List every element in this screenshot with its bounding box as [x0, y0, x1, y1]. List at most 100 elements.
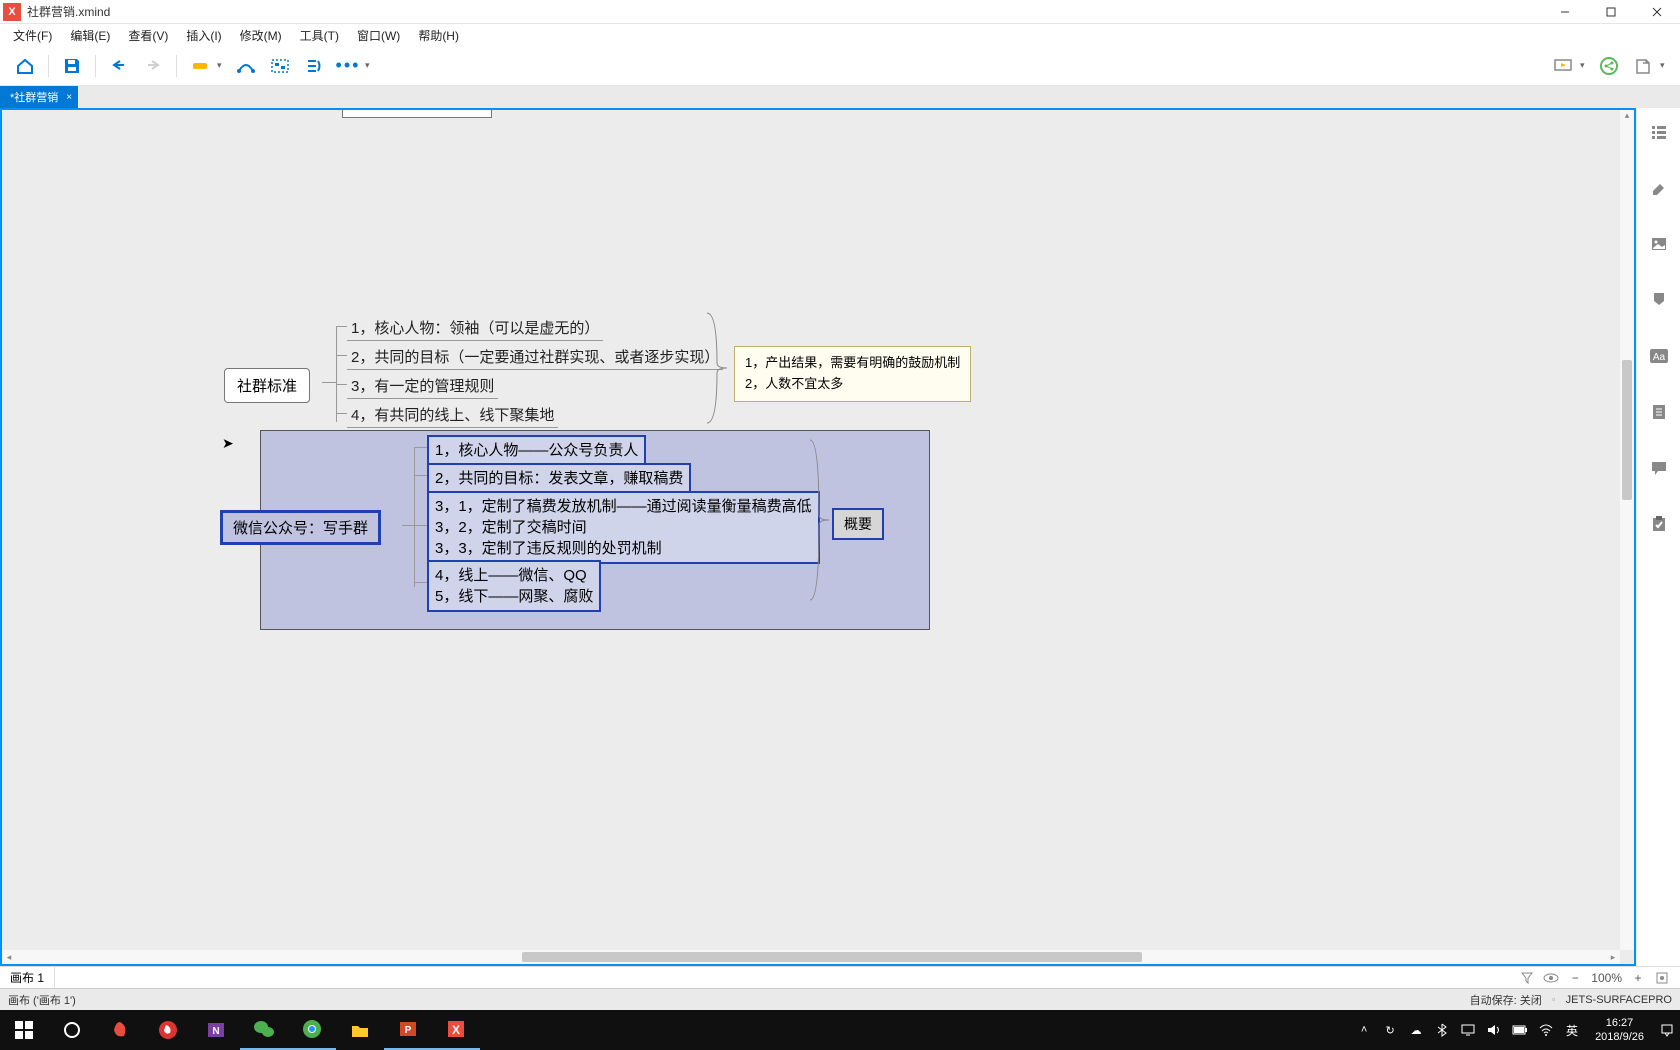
filter-icon[interactable] — [1519, 970, 1535, 986]
mindmap-canvas[interactable]: 社群标准 1，核心人物：领袖（可以是虚无的） 2，共同的目标（一定要通过社群实现… — [2, 110, 1634, 964]
zoom-out-icon[interactable]: − — [1567, 970, 1583, 986]
marker-icon[interactable] — [1647, 288, 1671, 312]
scroll-up-icon[interactable]: ▴ — [1620, 110, 1634, 124]
mindmap-subtopic[interactable]: 1，核心人物：领袖（可以是虚无的） — [347, 315, 603, 341]
mindmap-subtopic[interactable]: 2，共同的目标（一定要通过社群实现、或者逐步实现） — [347, 344, 723, 370]
tray-chevron-icon[interactable]: ˄ — [1351, 1024, 1377, 1036]
fit-icon[interactable] — [1654, 970, 1670, 986]
menu-modify[interactable]: 修改(M) — [231, 25, 291, 46]
taskbar-app[interactable] — [144, 1010, 192, 1050]
tray-wifi-icon[interactable] — [1533, 1024, 1559, 1036]
main-area: 社群标准 1，核心人物：领袖（可以是虚无的） 2，共同的目标（一定要通过社群实现… — [0, 108, 1680, 966]
home-button[interactable] — [10, 51, 40, 81]
export-button[interactable] — [1628, 51, 1658, 81]
tray-clock[interactable]: 16:27 2018/9/26 — [1585, 1016, 1654, 1045]
start-button[interactable] — [0, 1010, 48, 1050]
separator — [48, 55, 49, 77]
maximize-button[interactable] — [1588, 0, 1634, 24]
chrome-icon[interactable] — [288, 1010, 336, 1050]
share-button[interactable] — [1594, 51, 1624, 81]
zoom-in-icon[interactable]: + — [1630, 970, 1646, 986]
svg-text:Aa: Aa — [1652, 352, 1665, 363]
mindmap-subtopic[interactable]: 4，有共同的线上、线下聚集地 — [347, 402, 558, 428]
scroll-right-icon[interactable]: ▸ — [1606, 952, 1620, 963]
scroll-left-icon[interactable]: ◂ — [2, 952, 16, 963]
menubar: 文件(F) 编辑(E) 查看(V) 插入(I) 修改(M) 工具(T) 窗口(W… — [0, 24, 1680, 46]
comments-icon[interactable] — [1647, 456, 1671, 480]
minimize-button[interactable] — [1542, 0, 1588, 24]
zoom-value: 100% — [1591, 971, 1622, 985]
format-icon[interactable] — [1647, 176, 1671, 200]
more-button[interactable]: ••• — [333, 51, 363, 81]
font-icon[interactable]: Aa — [1647, 344, 1671, 368]
menu-file[interactable]: 文件(F) — [4, 25, 61, 46]
right-sidebar: Aa — [1636, 108, 1680, 966]
menu-edit[interactable]: 编辑(E) — [61, 25, 119, 46]
tray-cloud-icon[interactable]: ☁ — [1403, 1024, 1429, 1037]
toolbar: ▾ ••• ▾ ▾ ▾ — [0, 46, 1680, 86]
mindmap-subtopic-selected[interactable]: 1，核心人物——公众号负责人 — [427, 435, 646, 466]
close-button[interactable] — [1634, 0, 1680, 24]
mindmap-summary[interactable]: 1，产出结果，需要有明确的鼓励机制 2，人数不宜太多 — [734, 346, 971, 402]
vertical-scrollbar[interactable]: ▴ — [1620, 110, 1634, 950]
wechat-icon[interactable] — [240, 1010, 288, 1050]
relationship-button[interactable] — [231, 51, 261, 81]
cortana-icon[interactable] — [48, 1010, 96, 1050]
insert-topic-button[interactable] — [185, 51, 215, 81]
mindmap-node-partial[interactable] — [342, 108, 492, 118]
connector — [414, 582, 427, 583]
taskbar-app[interactable] — [96, 1010, 144, 1050]
tray-battery-icon[interactable] — [1507, 1025, 1533, 1035]
status-left: 画布 ('画布 1') — [8, 992, 76, 1008]
redo-button[interactable] — [138, 51, 168, 81]
connector — [402, 525, 414, 526]
image-icon[interactable] — [1647, 232, 1671, 256]
xmind-taskbar-icon[interactable]: X — [432, 1010, 480, 1050]
mindmap-subtopic-selected[interactable]: 3，1，定制了稿费发放机制——通过阅读量衡量稿费高低 3，2，定制了交稿时间 3… — [427, 491, 820, 564]
menu-view[interactable]: 查看(V) — [119, 25, 177, 46]
task-icon[interactable] — [1647, 512, 1671, 536]
tab-label: *社群营销 — [10, 89, 58, 105]
dropdown-arrow-icon[interactable]: ▾ — [1660, 60, 1672, 71]
horizontal-scrollbar[interactable]: ◂ ▸ — [2, 950, 1620, 964]
mindmap-summary-selected[interactable]: 概要 — [832, 508, 884, 540]
menu-window[interactable]: 窗口(W) — [348, 25, 409, 46]
hscroll-thumb[interactable] — [522, 952, 1142, 962]
mindmap-subtopic[interactable]: 3，有一定的管理规则 — [347, 373, 498, 399]
tray-notifications-icon[interactable] — [1654, 1023, 1680, 1037]
document-tabbar: *社群营销 × — [0, 86, 1680, 108]
menu-insert[interactable]: 插入(I) — [177, 25, 230, 46]
tab-close-icon[interactable]: × — [66, 92, 72, 103]
dropdown-arrow-icon[interactable]: ▾ — [217, 60, 229, 71]
notes-icon[interactable] — [1647, 400, 1671, 424]
status-host: JETS-SURFACEPRO — [1566, 994, 1672, 1006]
connector — [414, 447, 427, 448]
canvas-viewport[interactable]: 社群标准 1，核心人物：领袖（可以是虚无的） 2，共同的目标（一定要通过社群实现… — [0, 108, 1636, 966]
tray-volume-icon[interactable] — [1481, 1024, 1507, 1036]
mindmap-subtopic-selected[interactable]: 4，线上——微信、QQ 5，线下——网聚、腐败 — [427, 560, 601, 612]
document-tab[interactable]: *社群营销 × — [0, 86, 78, 108]
summary-button[interactable] — [299, 51, 329, 81]
tray-ime[interactable]: 英 — [1559, 1022, 1585, 1039]
undo-button[interactable] — [104, 51, 134, 81]
save-button[interactable] — [57, 51, 87, 81]
menu-help[interactable]: 帮助(H) — [409, 25, 468, 46]
eye-icon[interactable] — [1543, 970, 1559, 986]
menu-tools[interactable]: 工具(T) — [291, 25, 348, 46]
mindmap-node[interactable]: 社群标准 — [224, 368, 310, 403]
sheet-tab[interactable]: 画布 1 — [0, 967, 55, 988]
mindmap-subtopic-selected[interactable]: 2，共同的目标：发表文章，赚取稿费 — [427, 463, 691, 494]
boundary-button[interactable] — [265, 51, 295, 81]
dropdown-arrow-icon[interactable]: ▾ — [1580, 60, 1592, 71]
dropdown-arrow-icon[interactable]: ▾ — [365, 60, 377, 71]
vscroll-thumb[interactable] — [1622, 360, 1632, 500]
tray-bluetooth-icon[interactable] — [1429, 1023, 1455, 1037]
tray-refresh-icon[interactable]: ↻ — [1377, 1024, 1403, 1037]
powerpoint-icon[interactable]: P — [384, 1010, 432, 1050]
explorer-icon[interactable] — [336, 1010, 384, 1050]
mindmap-node-selected[interactable]: 微信公众号：写手群 — [220, 510, 381, 545]
tray-display-icon[interactable] — [1455, 1024, 1481, 1036]
presentation-button[interactable] — [1548, 51, 1578, 81]
onenote-icon[interactable]: N — [192, 1010, 240, 1050]
outline-icon[interactable] — [1647, 120, 1671, 144]
